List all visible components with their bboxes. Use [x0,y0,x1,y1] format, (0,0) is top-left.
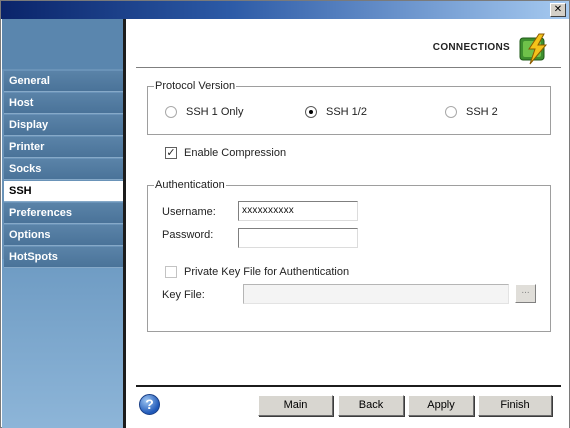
radio-button-unchecked[interactable] [445,106,457,118]
radio-ssh1-2-label: SSH 1/2 [326,106,367,118]
sidebar: General Host Display Printer Socks SSH P… [2,19,123,428]
sidebar-item-options[interactable]: Options [4,225,123,246]
authentication-legend: Authentication [154,179,226,191]
authentication-group: Authentication Username: xxxxxxxxxx Pass… [147,179,551,332]
username-field[interactable]: xxxxxxxxxx [238,201,358,221]
protocol-version-legend: Protocol Version [154,80,237,92]
private-key-checkbox[interactable]: Private Key File for Authentication [165,266,349,278]
password-field[interactable] [238,228,358,248]
sidebar-item-display[interactable]: Display [4,115,123,136]
main-panel: CONNECTIONS Protocol Version SSH 1 Only … [126,19,569,428]
window: ✕ General Host Display Printer Socks SSH… [0,0,570,428]
radio-button-unchecked[interactable] [165,106,177,118]
protocol-version-group: Protocol Version SSH 1 Only SSH 1/2 SSH … [147,80,551,135]
key-file-label: Key File: [162,289,205,301]
sidebar-header [2,19,123,69]
enable-compression-checkbox[interactable]: ✓ Enable Compression [165,147,286,159]
sidebar-item-hotspots[interactable]: HotSpots [4,247,123,268]
radio-ssh1-2[interactable]: SSH 1/2 [305,106,367,118]
enable-compression-label: Enable Compression [184,147,287,159]
private-key-label: Private Key File for Authentication [184,266,350,278]
footer-divider [136,385,561,387]
back-button[interactable]: Back [338,395,404,416]
checkbox-checked-icon[interactable]: ✓ [165,147,177,159]
username-label: Username: [162,206,216,218]
sidebar-fill [2,259,123,428]
sidebar-item-host[interactable]: Host [4,93,123,114]
header-divider [136,67,561,68]
radio-button-checked[interactable] [305,106,317,118]
browse-key-file-button[interactable]: ... [515,284,536,303]
sidebar-item-socks[interactable]: Socks [4,159,123,180]
radio-ssh1-only-label: SSH 1 Only [186,106,244,118]
sidebar-item-printer[interactable]: Printer [4,137,123,158]
apply-button[interactable]: Apply [408,395,474,416]
page-title: CONNECTIONS [432,42,510,53]
help-icon[interactable]: ? [139,394,160,415]
key-file-field[interactable] [243,284,509,304]
main-button[interactable]: Main [258,395,333,416]
radio-ssh1-only[interactable]: SSH 1 Only [165,106,243,118]
connections-lightning-icon [519,33,548,65]
password-label: Password: [162,229,214,241]
radio-ssh2-label: SSH 2 [466,106,498,118]
finish-button[interactable]: Finish [478,395,552,416]
close-button[interactable]: ✕ [550,3,566,17]
title-bar: ✕ [1,1,569,19]
sidebar-item-preferences[interactable]: Preferences [4,203,123,224]
checkbox-unchecked-icon[interactable] [165,266,177,278]
sidebar-item-general[interactable]: General [4,71,123,92]
radio-ssh2[interactable]: SSH 2 [445,106,498,118]
sidebar-item-ssh[interactable]: SSH [4,181,123,202]
